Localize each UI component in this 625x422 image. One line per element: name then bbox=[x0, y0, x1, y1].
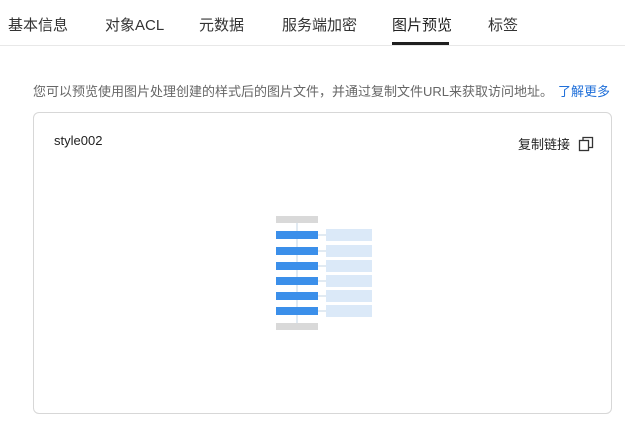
tab-metadata[interactable]: 元数据 bbox=[199, 14, 244, 35]
tab-tags[interactable]: 标签 bbox=[488, 14, 518, 35]
flowchart-preview-image bbox=[274, 215, 374, 333]
tab-server-encryption[interactable]: 服务端加密 bbox=[282, 14, 357, 35]
copy-link-label: 复制链接 bbox=[518, 137, 571, 152]
style-name: style002 bbox=[54, 133, 103, 148]
tab-image-preview[interactable]: 图片预览 bbox=[392, 14, 452, 35]
preview-card: style002 复制链接 bbox=[33, 112, 612, 414]
tab-basic-info[interactable]: 基本信息 bbox=[8, 14, 68, 35]
preview-notice: 您可以预览使用图片处理创建的样式后的图片文件，并通过复制文件URL来获取访问地址… bbox=[33, 81, 610, 100]
copy-link-button[interactable]: 复制链接 bbox=[518, 134, 594, 153]
tab-object-acl[interactable]: 对象ACL bbox=[105, 14, 164, 35]
learn-more-link[interactable]: 了解更多 bbox=[558, 84, 610, 99]
active-tab-indicator bbox=[392, 42, 449, 45]
copy-icon bbox=[578, 136, 594, 151]
notice-text: 您可以预览使用图片处理创建的样式后的图片文件，并通过复制文件URL来获取访问地址… bbox=[33, 84, 554, 99]
tab-bar: 基本信息 对象ACL 元数据 服务端加密 图片预览 标签 bbox=[0, 0, 625, 46]
